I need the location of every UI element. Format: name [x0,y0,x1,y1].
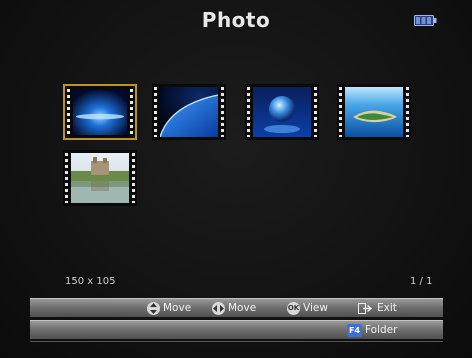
hint-view[interactable]: OK View [287,301,328,315]
up-down-arrow-icon [147,301,160,315]
blue-glow-horizon-image [73,89,127,135]
film-perforation [247,87,250,137]
exit-label: Exit [377,302,397,314]
move-label: Move [228,302,257,314]
film-perforation [406,87,409,137]
divider [30,341,443,342]
film-perforation [132,153,135,203]
thumb-4[interactable] [337,84,411,140]
view-label: View [303,302,328,314]
f4-key-icon: F4 [347,323,362,337]
globe-image [253,87,311,137]
film-perforation [67,89,70,135]
hint-move-left-right[interactable]: Move [212,301,256,315]
film-perforation [221,87,224,137]
thumb-5[interactable] [63,150,137,206]
film-perforation [339,87,342,137]
thumb-2[interactable] [152,84,226,140]
film-perforation [314,87,317,137]
page-indicator: 1 / 1 [410,276,433,287]
folder-label: Folder [365,324,398,336]
move-label: Move [163,302,192,314]
castle-lake-image [71,153,129,203]
film-perforation [154,87,157,137]
blue-planet-arc-image [160,87,218,137]
control-hint-bar: Move Move OK View Exit [30,298,443,317]
thumb-1[interactable] [63,84,137,140]
film-perforation [130,89,133,135]
thumbnail-grid [0,0,472,230]
folder-hint-bar: F4 Folder [30,320,443,339]
hint-move-up-down[interactable]: Move [147,301,191,315]
photo-browser-screen: Photo 150 x 105 1 / 1 Move Move OK View … [0,0,472,358]
ok-key-icon: OK [287,301,300,315]
exit-arrow-icon [358,302,373,314]
left-right-arrow-icon [212,301,225,315]
resolution-text: 150 x 105 [65,276,116,287]
hint-folder[interactable]: F4 Folder [347,323,397,337]
island-aerial-image [345,87,403,137]
hint-exit[interactable]: Exit [358,301,397,315]
film-perforation [65,153,68,203]
thumb-3[interactable] [245,84,319,140]
